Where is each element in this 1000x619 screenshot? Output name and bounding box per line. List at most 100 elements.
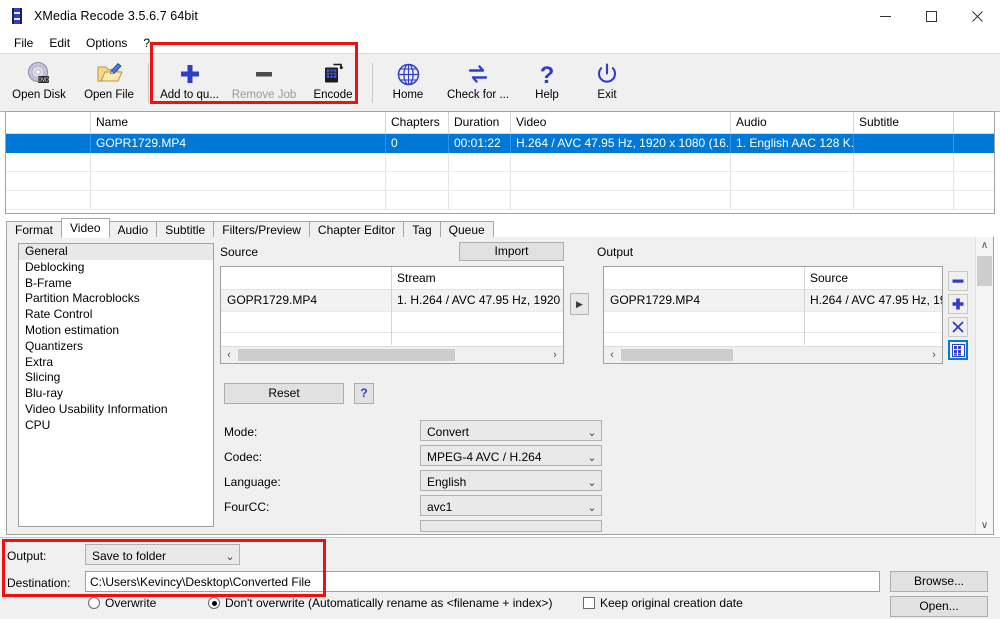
import-button[interactable]: Import — [459, 242, 564, 261]
tab-video[interactable]: Video — [61, 218, 110, 238]
column-header-end[interactable] — [954, 112, 994, 133]
help-button[interactable]: ? Help — [517, 56, 577, 109]
tab-queue[interactable]: Queue — [439, 221, 494, 238]
fourcc-select[interactable]: avc1 ⌄ — [420, 495, 602, 516]
close-icon[interactable] — [954, 0, 1000, 32]
sidebar-item-slicing[interactable]: Slicing — [19, 370, 213, 386]
stream-properties-button[interactable] — [948, 340, 968, 360]
destination-input[interactable] — [85, 571, 880, 592]
radio-circle-icon — [88, 597, 100, 609]
add-to-queue-button[interactable]: Add to qu... — [153, 56, 226, 109]
menu-help[interactable]: ? — [135, 34, 158, 52]
disc-icon: DVD — [26, 60, 52, 88]
tab-subtitle[interactable]: Subtitle — [156, 221, 215, 238]
column-header-subtitle[interactable]: Subtitle — [854, 112, 954, 133]
open-disk-button[interactable]: DVD Open Disk — [4, 56, 74, 109]
exit-button[interactable]: Exit — [577, 56, 637, 109]
file-list[interactable]: Name Chapters Duration Video Audio Subti… — [5, 111, 995, 214]
maximize-icon[interactable] — [908, 0, 954, 32]
source-horizontal-scrollbar[interactable]: ‹ › — [221, 346, 563, 363]
menu-edit[interactable]: Edit — [41, 34, 78, 52]
sidebar-item-deblocking[interactable]: Deblocking — [19, 260, 213, 276]
table-row[interactable]: GOPR1729.MP4 0 00:01:22 H.264 / AVC 47.9… — [6, 134, 994, 153]
scroll-thumb[interactable] — [621, 349, 733, 361]
sidebar-item-quantizers[interactable]: Quantizers — [19, 339, 213, 355]
source-col-file[interactable] — [221, 267, 391, 289]
scroll-down-icon[interactable]: ∨ — [976, 517, 993, 534]
column-header-chapters[interactable]: Chapters — [386, 112, 449, 133]
output-list-row[interactable]: GOPR1729.MP4 H.264 / AVC 47.95 Hz, 192 — [604, 290, 942, 311]
output-mode-value: Save to folder — [92, 549, 167, 563]
column-header-name[interactable]: Name — [91, 112, 386, 133]
language-select[interactable]: English ⌄ — [420, 470, 602, 491]
sidebar-item-partition-macroblocks[interactable]: Partition Macroblocks — [19, 291, 213, 307]
copy-to-output-button[interactable]: ▶ — [570, 293, 589, 315]
field-help-button[interactable]: ? — [354, 383, 374, 404]
table-row[interactable] — [6, 172, 994, 191]
video-category-list[interactable]: General Deblocking B-Frame Partition Mac… — [18, 243, 214, 527]
browse-button[interactable]: Browse... — [890, 571, 988, 592]
check-for-updates-button[interactable]: Check for ... — [439, 56, 517, 109]
output-col-source[interactable]: Source — [804, 267, 942, 289]
help-label: Help — [535, 89, 559, 101]
column-header-blank[interactable] — [6, 112, 91, 133]
cell-duration: 00:01:22 — [449, 134, 511, 153]
tab-format[interactable]: Format — [6, 221, 63, 238]
source-list-row[interactable]: GOPR1729.MP4 1. H.264 / AVC 47.95 Hz, 19… — [221, 290, 563, 311]
mode-value: Convert — [427, 425, 470, 439]
tab-tag[interactable]: Tag — [403, 221, 441, 238]
menu-file[interactable]: File — [6, 34, 41, 52]
remove-stream-button[interactable] — [948, 271, 968, 291]
codec-select[interactable]: MPEG-4 AVC / H.264 ⌄ — [420, 445, 602, 466]
source-col-stream[interactable]: Stream — [391, 267, 563, 289]
remove-job-button[interactable]: Remove Job — [226, 56, 302, 109]
source-row-file: GOPR1729.MP4 — [227, 293, 318, 307]
codec-value: MPEG-4 AVC / H.264 — [427, 450, 542, 464]
next-field-select-partial[interactable] — [420, 520, 602, 532]
scroll-thumb[interactable] — [238, 349, 455, 361]
scroll-left-icon[interactable]: ‹ — [604, 348, 620, 362]
open-folder-button[interactable]: Open... — [890, 596, 988, 617]
sidebar-item-b-frame[interactable]: B-Frame — [19, 276, 213, 292]
reset-button[interactable]: Reset — [224, 383, 344, 404]
sidebar-item-video-usability-information[interactable]: Video Usability Information — [19, 402, 213, 418]
panel-vertical-scrollbar[interactable]: ∧ ∨ — [975, 237, 993, 534]
tab-filters-preview[interactable]: Filters/Preview — [213, 221, 310, 238]
delete-stream-button[interactable] — [948, 317, 968, 337]
menu-options[interactable]: Options — [78, 34, 135, 52]
encode-button[interactable]: Encode — [302, 56, 364, 109]
scroll-up-icon[interactable]: ∧ — [976, 237, 993, 254]
output-col-file[interactable] — [604, 267, 804, 289]
source-stream-list[interactable]: Stream GOPR1729.MP4 1. H.264 / AVC 47.95… — [220, 266, 564, 364]
home-button[interactable]: Home — [377, 56, 439, 109]
table-row[interactable] — [6, 153, 994, 172]
column-header-duration[interactable]: Duration — [449, 112, 511, 133]
scroll-right-icon[interactable]: › — [926, 348, 942, 362]
chevron-down-icon: ⌄ — [587, 451, 597, 464]
sidebar-item-rate-control[interactable]: Rate Control — [19, 307, 213, 323]
output-mode-select[interactable]: Save to folder ⌄ — [85, 544, 240, 565]
add-stream-button[interactable] — [948, 294, 968, 314]
column-header-video[interactable]: Video — [511, 112, 731, 133]
tab-audio[interactable]: Audio — [108, 221, 158, 238]
minimize-icon[interactable] — [862, 0, 908, 32]
tab-chapter-editor[interactable]: Chapter Editor — [308, 221, 405, 238]
output-label: Output: — [7, 549, 47, 563]
sidebar-item-general[interactable]: General — [19, 244, 213, 260]
output-horizontal-scrollbar[interactable]: ‹ › — [604, 346, 942, 363]
overwrite-radio[interactable]: Overwrite — [88, 596, 156, 610]
dont-overwrite-radio[interactable]: Don't overwrite (Automatically rename as… — [208, 596, 552, 610]
sidebar-item-extra[interactable]: Extra — [19, 355, 213, 371]
keep-creation-date-checkbox[interactable]: Keep original creation date — [583, 596, 743, 610]
output-stream-list[interactable]: Source GOPR1729.MP4 H.264 / AVC 47.95 Hz… — [603, 266, 943, 364]
sidebar-item-motion-estimation[interactable]: Motion estimation — [19, 323, 213, 339]
scroll-left-icon[interactable]: ‹ — [221, 348, 237, 362]
scroll-thumb[interactable] — [977, 256, 992, 286]
mode-select[interactable]: Convert ⌄ — [420, 420, 602, 441]
open-file-button[interactable]: Open File — [74, 56, 144, 109]
column-header-audio[interactable]: Audio — [731, 112, 854, 133]
scroll-right-icon[interactable]: › — [547, 348, 563, 362]
sidebar-item-cpu[interactable]: CPU — [19, 418, 213, 434]
sidebar-item-blu-ray[interactable]: Blu-ray — [19, 386, 213, 402]
table-row[interactable] — [6, 191, 994, 210]
